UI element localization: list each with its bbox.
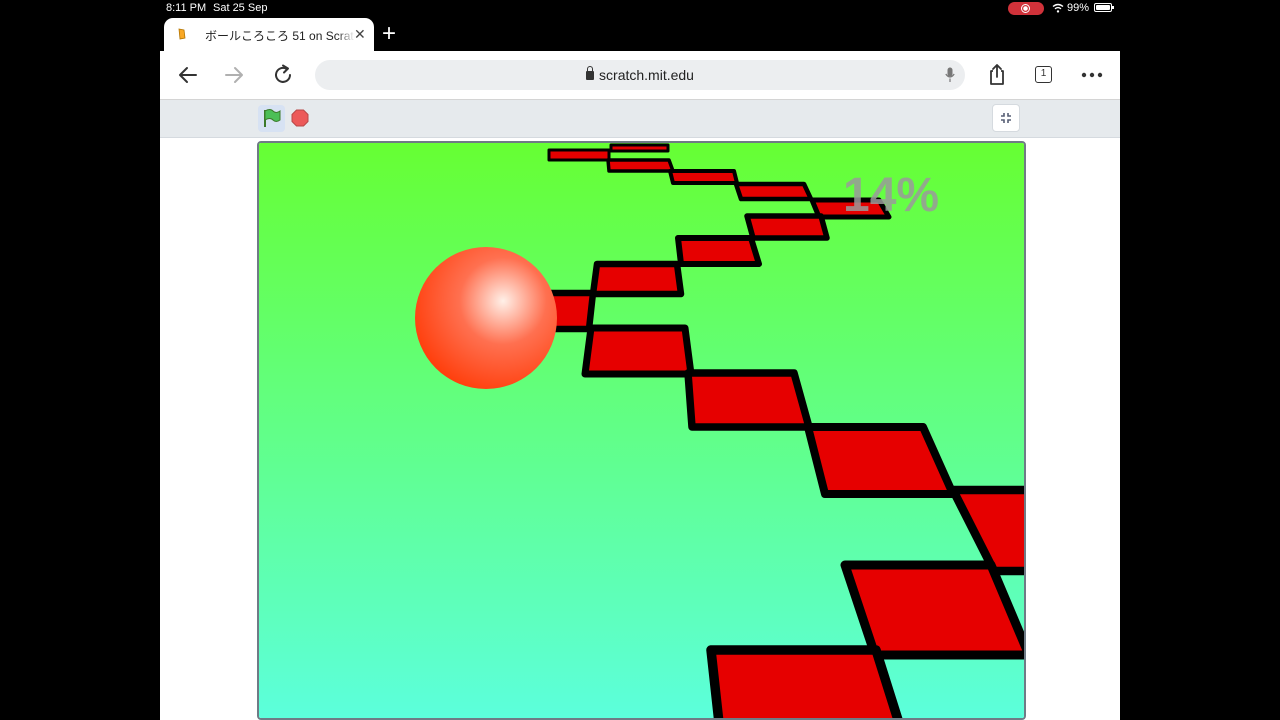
battery-percent: 99%: [1067, 2, 1090, 14]
tile: [706, 645, 903, 718]
close-tab-icon[interactable]: ✕: [354, 26, 366, 43]
share-icon[interactable]: [985, 63, 1009, 87]
screen-recording-icon: [1008, 2, 1044, 15]
status-bar: 8:11 PM Sat 25 Sep 99%: [0, 0, 1280, 18]
tile: [668, 169, 739, 185]
tile: [675, 235, 762, 267]
tile: [547, 148, 611, 162]
stage-controls: [160, 100, 1120, 138]
browser-tab[interactable]: ボールころころ 51 on Scratch ✕: [164, 18, 374, 51]
battery-icon: [1094, 3, 1114, 12]
lock-icon: [586, 66, 595, 80]
progress-readout: 14%: [843, 169, 939, 222]
ball: [415, 247, 557, 389]
tile: [589, 260, 685, 298]
status-date: Sat 25 Sep: [213, 2, 268, 14]
scratch-player-page: 14%: [160, 100, 1120, 720]
green-flag-graphic: [264, 109, 281, 127]
scratch-favicon-icon: [178, 28, 186, 40]
status-time: 8:11 PM: [166, 2, 207, 14]
browser-toolbar: scratch.mit.edu 1: [160, 51, 1120, 100]
forward-icon[interactable]: [222, 63, 246, 87]
tabs-icon[interactable]: 1: [1035, 66, 1052, 83]
fullscreen-exit-icon[interactable]: [992, 104, 1020, 132]
tile: [840, 560, 1024, 660]
tile: [733, 181, 814, 202]
stop-icon[interactable]: [291, 109, 309, 127]
game-stage[interactable]: 14%: [257, 141, 1026, 720]
tile: [684, 369, 813, 431]
tile: [606, 158, 675, 173]
new-tab-icon[interactable]: +: [382, 20, 396, 48]
game-canvas: 14%: [259, 143, 1024, 718]
address-text-row: scratch.mit.edu: [315, 66, 965, 83]
tab-strip: ボールころころ 51 on Scratch ✕ +: [160, 18, 1120, 51]
more-icon[interactable]: [1080, 63, 1104, 87]
progress-text: 14%: [843, 169, 939, 222]
fullscreen-exit-graphic: [1001, 113, 1011, 123]
wifi-icon: [1052, 3, 1064, 13]
back-icon[interactable]: [176, 63, 200, 87]
reload-icon[interactable]: [271, 63, 295, 87]
tile: [744, 213, 830, 241]
tab-title: ボールころころ 51 on Scratch: [205, 29, 355, 43]
tile: [609, 143, 670, 153]
tile: [581, 324, 695, 378]
mic-icon[interactable]: [945, 67, 955, 83]
address-bar[interactable]: scratch.mit.edu: [315, 60, 965, 90]
tile: [804, 423, 957, 498]
green-flag-icon[interactable]: [258, 105, 285, 132]
url-text: scratch.mit.edu: [599, 67, 694, 83]
